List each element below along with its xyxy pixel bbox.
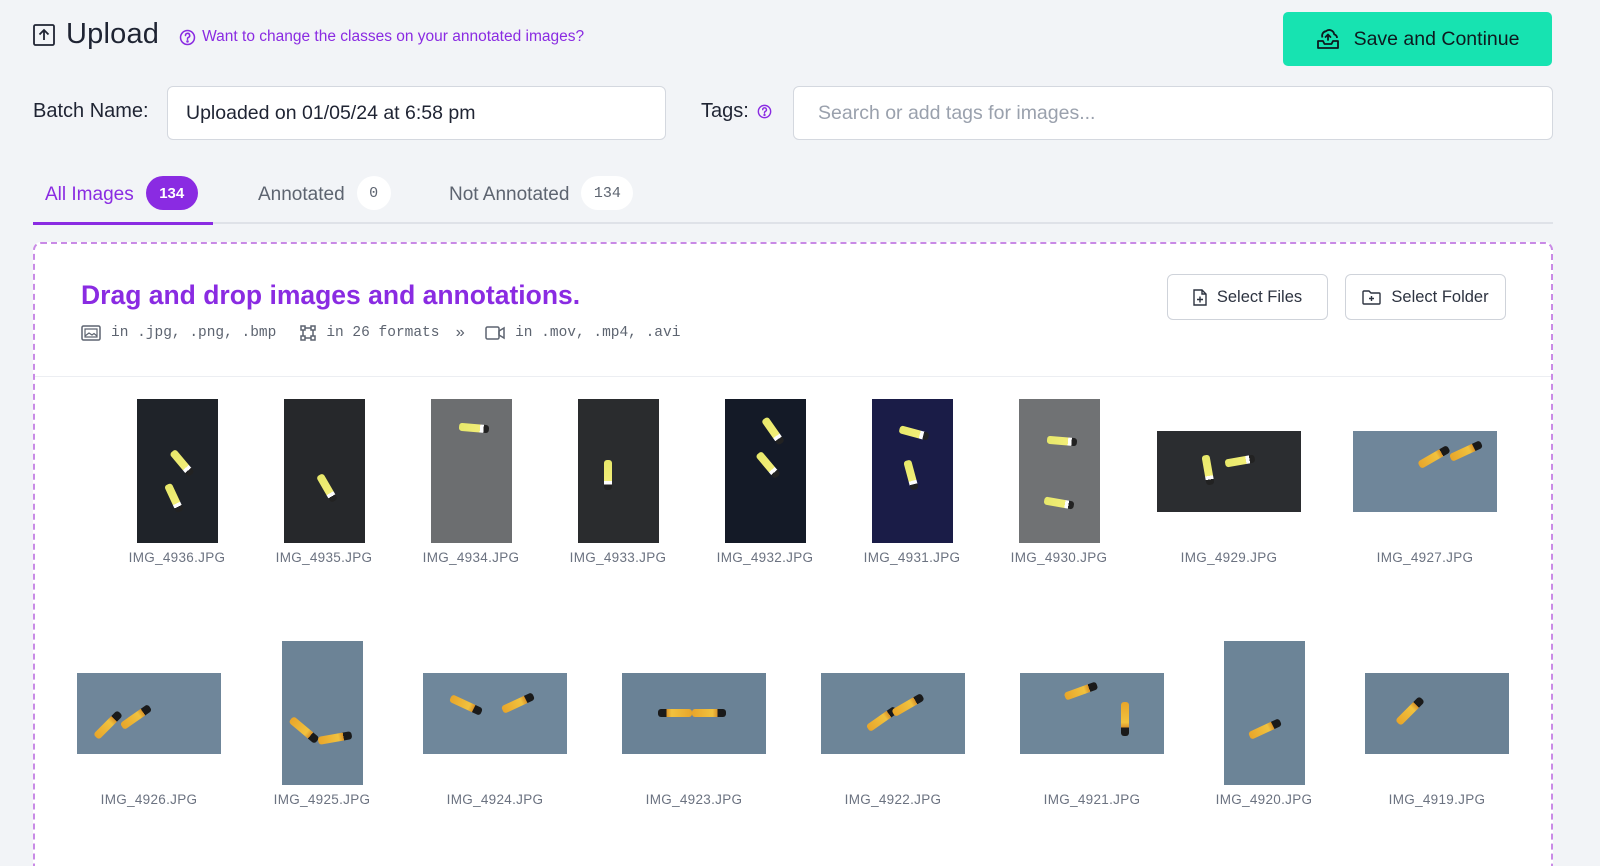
thumbnail-image [1020,672,1164,754]
chevron-double-right-icon[interactable]: » [455,324,465,342]
tags-search-input[interactable] [793,86,1553,140]
bounding-box-icon [300,325,317,341]
tab-not-annotated-label: Not Annotated [449,184,570,205]
file-plus-icon [1193,288,1207,306]
thumbnail-image [423,672,567,754]
annotation-formats-text: in 26 formats [326,325,440,341]
tags-label: Tags: [701,100,772,123]
change-classes-link[interactable]: Want to change the classes on your annot… [179,28,584,46]
thumbnail-filename: IMG_4919.JPG [1388,792,1486,807]
thumbnail-filename: IMG_4927.JPG [1376,550,1474,565]
not-annotated-count-badge: 134 [581,176,634,210]
help-circle-icon [179,29,196,45]
save-and-continue-button[interactable]: Save and Continue [1283,12,1552,66]
thumbnail-image [577,399,659,543]
batch-name-label: Batch Name: [33,100,149,122]
page-header: Upload Want to change the classes on you… [32,18,584,51]
video-formats: in .mov, .mp4, .avi [485,325,680,341]
folder-plus-icon [1362,289,1382,305]
thumbnail-image [1157,430,1301,512]
tab-not-annotated[interactable]: Not Annotated 134 [449,172,634,224]
cloud-upload-icon [1316,29,1339,49]
image-formats-text: in .jpg, .png, .bmp [111,325,277,341]
thumbnail-image [871,399,953,543]
upload-icon [32,23,56,47]
tab-all-images[interactable]: All Images 134 [33,172,213,225]
thumbnail-image [622,672,766,754]
thumbnail-filename: IMG_4929.JPG [1180,550,1278,565]
annotated-count-badge: 0 [356,176,391,210]
batch-name-input[interactable] [167,86,666,140]
tags-label-text: Tags: [701,100,749,122]
tab-annotated-label: Annotated [258,184,345,205]
drop-zone-title: Drag and drop images and annotations. [81,280,581,310]
thumbnail-filename: IMG_4921.JPG [1043,792,1141,807]
thumbnail-image [430,399,512,543]
thumbnail-image [1365,672,1509,754]
thumbnail-filename: IMG_4923.JPG [645,792,743,807]
all-images-count-badge: 134 [145,176,198,210]
thumbnail-image [1353,430,1497,512]
tab-all-images-label: All Images [45,184,134,205]
tags-help-icon[interactable] [757,104,772,119]
select-files-label: Select Files [1216,287,1303,306]
images-icon [81,325,101,341]
video-icon [485,326,505,340]
image-filter-tabs: All Images 134 Annotated 0 Not Annotated… [33,172,1553,225]
select-folder-label: Select Folder [1391,287,1489,306]
drop-zone[interactable]: Drag and drop images and annotations. in… [33,242,1553,866]
thumbnail-image [821,672,965,754]
thumbnail-filename: IMG_4920.JPG [1215,792,1313,807]
thumbnail-filename: IMG_4930.JPG [1010,550,1108,565]
image-formats: in .jpg, .png, .bmp [81,325,276,341]
select-folder-button[interactable]: Select Folder [1345,274,1506,320]
thumbnail-image [1018,399,1100,543]
thumbnail-filename: IMG_4925.JPG [273,792,371,807]
thumbnail-image [281,641,363,785]
thumbnail-filename: IMG_4924.JPG [446,792,544,807]
select-files-button[interactable]: Select Files [1167,274,1328,320]
thumbnail-image [1223,641,1305,785]
thumbnail-filename: IMG_4926.JPG [100,792,198,807]
video-formats-text: in .mov, .mp4, .avi [515,325,681,341]
change-classes-link-label: Want to change the classes on your annot… [202,28,585,45]
tab-annotated[interactable]: Annotated 0 [258,172,391,224]
thumbnail-image [283,399,365,543]
drop-zone-divider [35,376,1551,377]
page-title: Upload [66,18,160,50]
annotation-formats: in 26 formats [300,325,439,341]
thumbnail-image [77,672,221,754]
thumbnail-image [136,399,218,543]
save-and-continue-label: Save and Continue [1353,27,1520,50]
thumbnail-filename: IMG_4922.JPG [844,792,942,807]
supported-formats: in .jpg, .png, .bmp in 26 formats » in .… [81,324,680,342]
thumbnail-image [724,399,806,543]
